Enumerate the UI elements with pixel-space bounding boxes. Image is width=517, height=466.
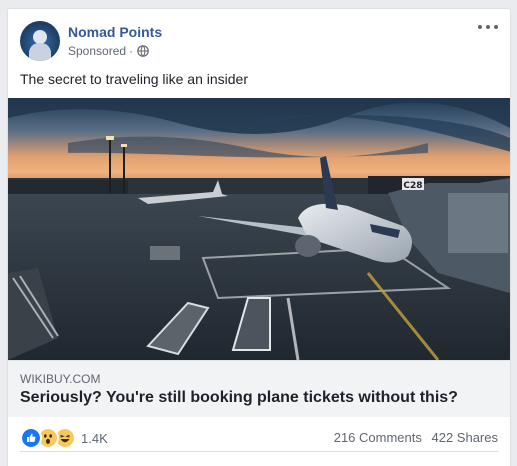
post-image[interactable]: C28: [8, 98, 510, 360]
pole-light: [121, 144, 127, 147]
sponsored-label[interactable]: Sponsored: [68, 44, 126, 58]
post-header: Nomad Points Sponsored ·: [8, 9, 510, 69]
reaction-count[interactable]: 1.4K: [81, 431, 108, 446]
shares-count[interactable]: 422 Shares: [432, 430, 499, 445]
page-avatar[interactable]: [20, 21, 60, 61]
engagement-stats: 1.4K 216 Comments 422 Shares: [20, 427, 498, 452]
airplane-engine: [295, 235, 321, 257]
meta-separator: ·: [129, 44, 134, 58]
post-text: The secret to traveling like an insider: [20, 71, 248, 87]
more-dot: [486, 25, 490, 29]
aircraft-label: C28: [403, 181, 422, 191]
jet-bridge-wall: [448, 193, 508, 253]
sponsored-post-card: Nomad Points Sponsored · The secret to t…: [7, 8, 511, 466]
pole-light: [106, 136, 114, 140]
link-preview[interactable]: WIKIBUY.COM Seriously? You're still book…: [8, 360, 510, 417]
more-dot: [478, 25, 482, 29]
reaction-summary[interactable]: 1.4K: [20, 427, 108, 449]
ground-vehicle: [150, 246, 180, 260]
link-domain: WIKIBUY.COM: [20, 372, 101, 386]
avatar-figure-body: [29, 43, 51, 61]
comments-count[interactable]: 216 Comments: [334, 430, 422, 445]
like-reaction-icon: [20, 427, 42, 449]
comments-shares: 216 Comments 422 Shares: [328, 430, 498, 445]
post-meta: Sponsored ·: [68, 44, 149, 58]
page-name-link[interactable]: Nomad Points: [68, 24, 162, 40]
airport-scene: C28: [8, 98, 510, 360]
avatar-figure: [33, 30, 47, 44]
more-options-icon[interactable]: [478, 19, 498, 35]
more-dot: [494, 25, 498, 29]
link-headline[interactable]: Seriously? You're still booking plane ti…: [20, 389, 458, 407]
globe-icon[interactable]: [137, 45, 149, 57]
